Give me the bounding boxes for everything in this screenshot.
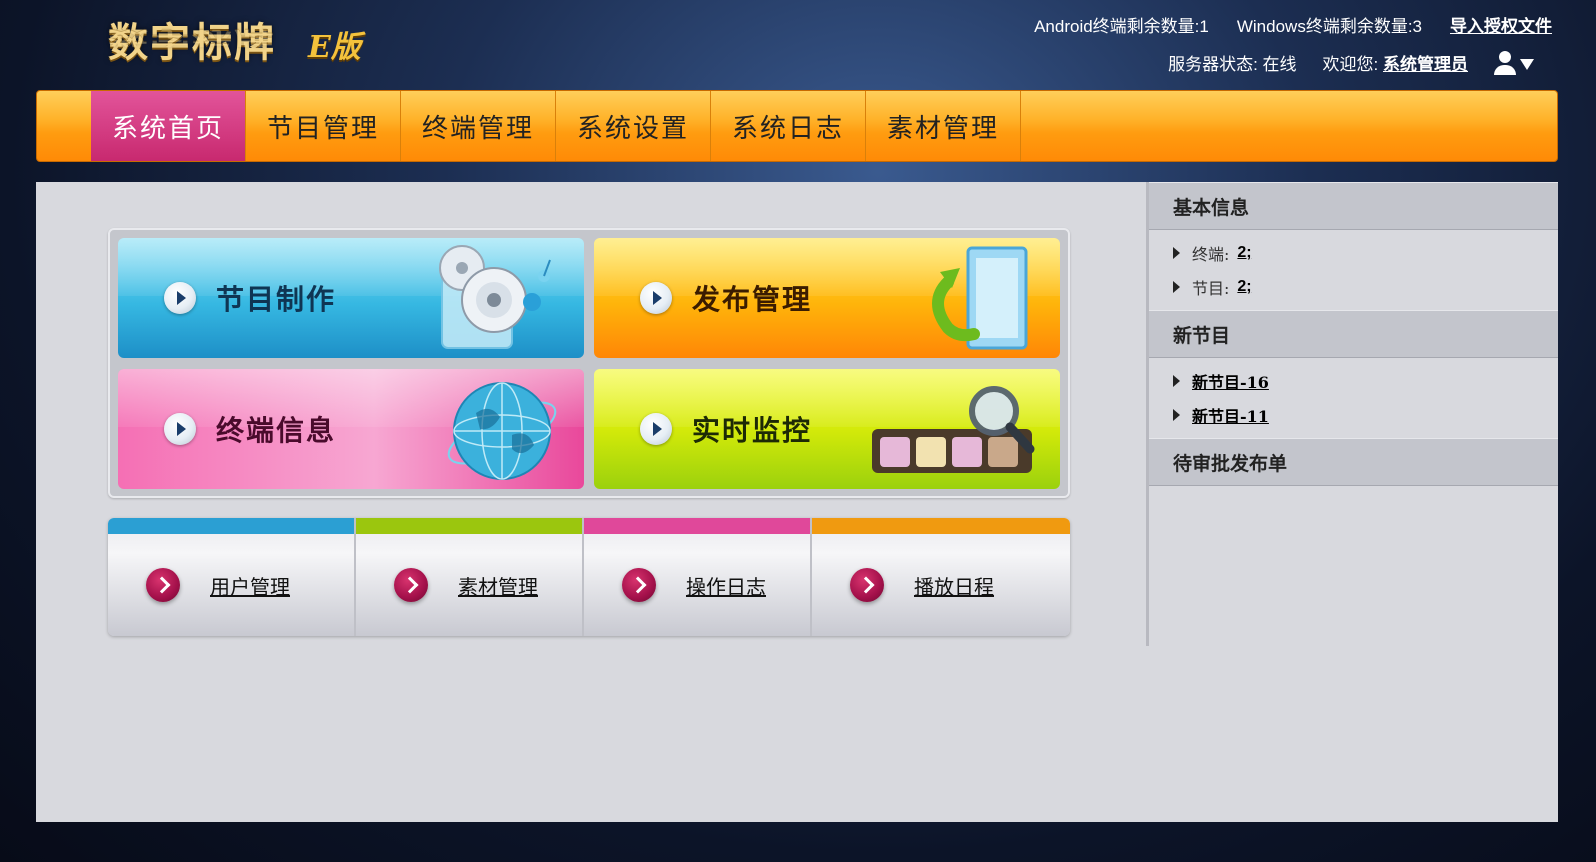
- info-sidebar: 基本信息 终端: 2; 节目: 2; 新节目 新节目-16 新节目-11 待审批…: [1146, 182, 1558, 646]
- quick-link-play-schedule[interactable]: 播放日程: [812, 518, 1070, 636]
- terminal-count-label: 终端:: [1192, 245, 1230, 264]
- tile-label: 发布管理: [692, 283, 813, 316]
- nav-home[interactable]: 系统首页: [91, 91, 246, 161]
- server-status: 服务器状态: 在线: [1168, 55, 1297, 74]
- feature-tiles: 节目制作 发布管理 终端信息 实时监控: [108, 228, 1070, 498]
- list-item: 节目: 2;: [1173, 270, 1558, 304]
- user-status-bar: 服务器状态: 在线 欢迎您: 系统管理员: [1168, 50, 1534, 75]
- app-logo: 数字标牌 数字标牌 E版: [108, 6, 398, 76]
- play-arrow-icon: [164, 282, 196, 314]
- nav-terminal-management[interactable]: 终端管理: [401, 91, 556, 161]
- quick-links: 用户管理 素材管理 操作日志 播放日程: [108, 518, 1070, 636]
- new-program-link[interactable]: 新节目-16: [1192, 369, 1269, 393]
- bullet-arrow-icon: [1173, 375, 1180, 387]
- globe-icon: [447, 382, 557, 480]
- disc-icon: [439, 245, 551, 349]
- logo-badge: E版: [308, 30, 361, 65]
- tile-publish-management[interactable]: 发布管理: [594, 238, 1060, 358]
- tile-label: 实时监控: [692, 414, 813, 447]
- quick-link-material-management[interactable]: 素材管理: [356, 518, 584, 636]
- quick-link-label[interactable]: 素材管理: [458, 571, 538, 600]
- tile-realtime-monitor[interactable]: 实时监控: [594, 369, 1060, 489]
- publish-icon: [932, 246, 1028, 350]
- quick-link-operation-log[interactable]: 操作日志: [584, 518, 812, 636]
- bullet-arrow-icon: [1173, 247, 1180, 259]
- basic-info-header: 基本信息: [1149, 182, 1558, 230]
- license-info: Android终端剩余数量:1 Windows终端剩余数量:3 导入授权文件: [1034, 12, 1552, 37]
- program-count-link[interactable]: 2;: [1237, 278, 1251, 296]
- chevron-right-icon: [394, 568, 428, 602]
- main-content: 节目制作 发布管理 终端信息 实时监控 用户管理 素材管理 操作日志 播放日程 …: [36, 182, 1558, 822]
- chevron-right-icon: [622, 568, 656, 602]
- import-license-link[interactable]: 导入授权文件: [1450, 12, 1552, 37]
- play-arrow-icon: [640, 413, 672, 445]
- logo-reflection: 数字标牌: [108, 26, 276, 48]
- user-icon: [1494, 50, 1516, 75]
- quick-link-label[interactable]: 播放日程: [914, 571, 994, 600]
- list-item: 新节目-11: [1173, 398, 1558, 432]
- chevron-right-icon: [850, 568, 884, 602]
- new-program-link[interactable]: 新节目-11: [1192, 403, 1269, 427]
- user-menu-button[interactable]: [1494, 50, 1534, 75]
- quick-link-user-management[interactable]: 用户管理: [108, 518, 356, 636]
- nav-system-settings[interactable]: 系统设置: [556, 91, 711, 161]
- nav-material-management[interactable]: 素材管理: [866, 91, 1021, 161]
- welcome-group: 欢迎您: 系统管理员: [1323, 50, 1468, 75]
- windows-remaining-count: Windows终端剩余数量:3: [1236, 17, 1422, 36]
- monitor-magnifier-icon: [872, 386, 1035, 473]
- list-item: 新节目-16: [1173, 364, 1558, 398]
- tile-label: 节目制作: [216, 283, 337, 316]
- caret-down-icon: [1520, 59, 1534, 70]
- chevron-right-icon: [146, 568, 180, 602]
- play-arrow-icon: [640, 282, 672, 314]
- android-remaining-count: Android终端剩余数量:1: [1034, 17, 1209, 36]
- nav-system-log[interactable]: 系统日志: [711, 91, 866, 161]
- new-program-header: 新节目: [1149, 310, 1558, 358]
- terminal-count-link[interactable]: 2;: [1237, 244, 1251, 262]
- bullet-arrow-icon: [1173, 409, 1180, 421]
- list-item: 终端: 2;: [1173, 236, 1558, 270]
- tile-terminal-info[interactable]: 终端信息: [118, 369, 584, 489]
- pending-approval-header: 待审批发布单: [1149, 438, 1558, 486]
- quick-link-label[interactable]: 操作日志: [686, 571, 766, 600]
- basic-info-list: 终端: 2; 节目: 2;: [1149, 230, 1558, 310]
- new-program-list: 新节目-16 新节目-11: [1149, 358, 1558, 438]
- main-nav: 系统首页 节目管理 终端管理 系统设置 系统日志 素材管理: [36, 90, 1558, 162]
- quick-link-label[interactable]: 用户管理: [210, 571, 290, 600]
- username-link[interactable]: 系统管理员: [1383, 55, 1468, 74]
- bullet-arrow-icon: [1173, 281, 1180, 293]
- nav-program-management[interactable]: 节目管理: [246, 91, 401, 161]
- welcome-label: 欢迎您:: [1322, 55, 1379, 74]
- tile-label: 终端信息: [216, 414, 337, 447]
- tile-program-production[interactable]: 节目制作: [118, 238, 584, 358]
- program-count-label: 节目:: [1192, 279, 1230, 298]
- play-arrow-icon: [164, 413, 196, 445]
